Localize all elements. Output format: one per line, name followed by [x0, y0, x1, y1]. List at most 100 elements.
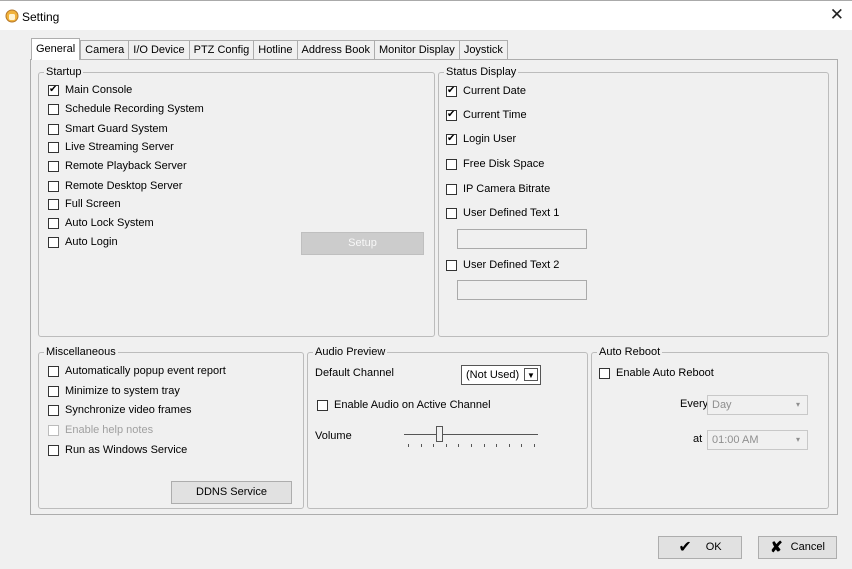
- window-title: Setting: [22, 10, 60, 24]
- checkbox-current-date[interactable]: Current Date: [446, 84, 526, 97]
- checkbox-auto-lock[interactable]: Auto Lock System: [48, 217, 154, 229]
- settings-hand-icon: [5, 9, 19, 23]
- checkbox-box[interactable]: [48, 141, 59, 153]
- checkbox-auto-popup-event[interactable]: Automatically popup event report: [48, 365, 226, 377]
- checkbox-box[interactable]: [48, 103, 59, 115]
- every-label: Every: [680, 398, 709, 410]
- volume-slider-thumb[interactable]: [436, 426, 443, 442]
- checkbox-help-notes: Enable help notes: [48, 424, 153, 436]
- checkbox-box[interactable]: [48, 198, 59, 210]
- tab-hotline[interactable]: Hotline: [253, 40, 297, 60]
- checkbox-label: Free Disk Space: [463, 158, 545, 170]
- checkbox-box[interactable]: [446, 108, 457, 121]
- checkbox-box[interactable]: [446, 132, 457, 145]
- checkbox-main-console[interactable]: Main Console: [48, 83, 133, 96]
- checkbox-label: Remote Playback Server: [65, 160, 187, 172]
- chevron-down-icon[interactable]: ▾: [791, 398, 805, 411]
- checkbox-label: Live Streaming Server: [65, 141, 174, 153]
- ddns-service-button[interactable]: DDNS Service: [171, 481, 292, 504]
- at-time-select[interactable]: 01:00 AM ▾: [707, 430, 808, 450]
- every-select[interactable]: Day ▾: [707, 395, 808, 415]
- ok-button[interactable]: ✔ OK: [658, 536, 742, 559]
- checkbox-user-text-1[interactable]: User Defined Text 1: [446, 207, 559, 219]
- checkbox-label: Auto Login: [65, 236, 118, 248]
- auto-reboot-group: Auto Reboot Enable Auto Reboot Every Day…: [591, 346, 829, 509]
- volume-slider[interactable]: [404, 425, 538, 447]
- checkbox-ip-camera-bitrate[interactable]: IP Camera Bitrate: [446, 183, 550, 195]
- user-text-1-field[interactable]: [457, 229, 587, 249]
- audio-preview-group: Audio Preview Default Channel (Not Used)…: [307, 346, 588, 509]
- checkbox-box[interactable]: [48, 404, 59, 416]
- audio-group-title: Audio Preview: [313, 346, 388, 358]
- checkbox-windows-service[interactable]: Run as Windows Service: [48, 444, 187, 456]
- checkbox-enable-auto-reboot[interactable]: Enable Auto Reboot: [599, 367, 714, 379]
- checkbox-box[interactable]: [48, 180, 59, 192]
- checkbox-enable-audio-active[interactable]: Enable Audio on Active Channel: [317, 399, 491, 411]
- general-tab-panel: Startup Main Console Schedule Recording …: [30, 59, 838, 515]
- tab-address-book[interactable]: Address Book: [296, 40, 374, 60]
- checkbox-box[interactable]: [446, 259, 457, 271]
- default-channel-value: (Not Used): [466, 369, 520, 381]
- close-icon[interactable]: ✕: [830, 5, 844, 25]
- volume-tick: [534, 444, 535, 447]
- checkbox-box[interactable]: [48, 123, 59, 135]
- checkbox-schedule-recording[interactable]: Schedule Recording System: [48, 103, 204, 115]
- checkbox-box[interactable]: [317, 399, 328, 411]
- checkbox-box[interactable]: [48, 385, 59, 397]
- checkbox-sync-video[interactable]: Synchronize video frames: [48, 404, 192, 416]
- checkbox-box[interactable]: [48, 83, 59, 96]
- user-text-2-field[interactable]: [457, 280, 587, 300]
- volume-slider-track: [404, 434, 538, 435]
- default-channel-select[interactable]: (Not Used) ▼: [461, 365, 541, 385]
- checkbox-current-time[interactable]: Current Time: [446, 108, 527, 121]
- volume-tick: [458, 444, 459, 447]
- checkbox-live-streaming[interactable]: Live Streaming Server: [48, 141, 174, 153]
- checkbox-box[interactable]: [48, 365, 59, 377]
- checkbox-box[interactable]: [48, 236, 59, 248]
- checkbox-box[interactable]: [446, 158, 457, 170]
- checkbox-box[interactable]: [446, 207, 457, 219]
- checkbox-box[interactable]: [48, 217, 59, 229]
- checkbox-box[interactable]: [48, 160, 59, 172]
- tab-monitor-display[interactable]: Monitor Display: [374, 40, 459, 60]
- tab-io-device[interactable]: I/O Device: [128, 40, 189, 60]
- misc-group-title: Miscellaneous: [44, 346, 118, 358]
- volume-tick: [433, 444, 434, 447]
- checkbox-box[interactable]: [599, 367, 610, 379]
- checkbox-box[interactable]: [48, 444, 59, 456]
- cancel-label: Cancel: [790, 541, 825, 553]
- checkbox-auto-login[interactable]: Auto Login: [48, 236, 118, 248]
- status-display-group: Status Display Current Date Current Time…: [438, 66, 829, 337]
- volume-tick: [484, 444, 485, 447]
- volume-tick: [421, 444, 422, 447]
- chevron-down-icon[interactable]: ▾: [791, 433, 805, 446]
- volume-tick: [446, 444, 447, 447]
- checkbox-full-screen[interactable]: Full Screen: [48, 198, 121, 210]
- checkbox-box: [48, 424, 59, 436]
- checkbox-box[interactable]: [446, 183, 457, 195]
- tab-joystick[interactable]: Joystick: [458, 40, 508, 60]
- checkbox-label: Schedule Recording System: [65, 103, 204, 115]
- checkbox-label: Run as Windows Service: [65, 444, 188, 456]
- checkbox-label: Main Console: [65, 84, 133, 96]
- ok-label: OK: [705, 541, 722, 553]
- checkbox-remote-playback[interactable]: Remote Playback Server: [48, 160, 187, 172]
- checkbox-box[interactable]: [446, 84, 457, 97]
- checkbox-label: Synchronize video frames: [65, 404, 192, 416]
- checkbox-remote-desktop[interactable]: Remote Desktop Server: [48, 180, 182, 192]
- cancel-button[interactable]: ✘ Cancel: [758, 536, 837, 559]
- chevron-down-icon[interactable]: ▼: [524, 368, 538, 381]
- tab-general[interactable]: General: [31, 38, 81, 60]
- checkbox-smart-guard[interactable]: Smart Guard System: [48, 123, 168, 135]
- checkbox-free-disk-space[interactable]: Free Disk Space: [446, 158, 544, 170]
- tab-ptz-config[interactable]: PTZ Config: [188, 40, 254, 60]
- checkbox-label: Enable Audio on Active Channel: [334, 399, 491, 411]
- checkbox-label: User Defined Text 1: [463, 207, 560, 219]
- setup-button[interactable]: Setup: [301, 232, 424, 255]
- volume-tick: [509, 444, 510, 447]
- tab-camera[interactable]: Camera: [80, 40, 129, 60]
- tab-strip: General Camera I/O Device PTZ Config Hot…: [31, 38, 508, 60]
- checkbox-user-text-2[interactable]: User Defined Text 2: [446, 259, 559, 271]
- checkbox-minimize-tray[interactable]: Minimize to system tray: [48, 385, 180, 397]
- checkbox-login-user[interactable]: Login User: [446, 132, 516, 145]
